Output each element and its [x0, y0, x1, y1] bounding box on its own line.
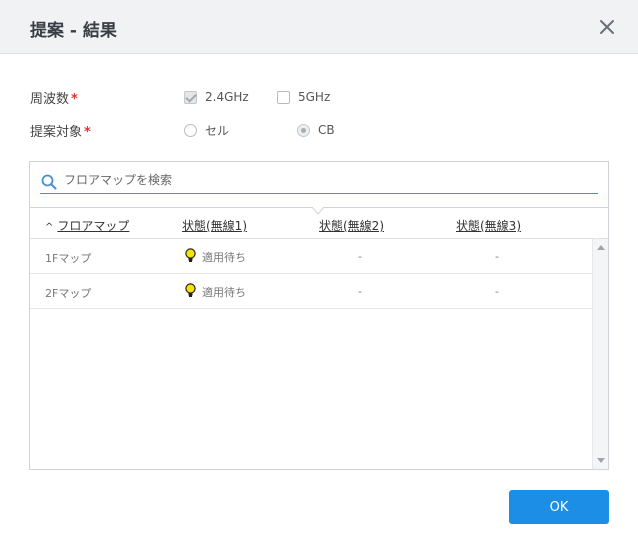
scroll-up-icon[interactable] [597, 245, 605, 250]
dialog-header: 提案 - 結果 [0, 0, 638, 54]
table-row[interactable]: 1Fマップ 適用待ち - - [30, 239, 592, 274]
checkbox-5ghz-label: 5GHz [298, 90, 331, 104]
radio-cell-label: セル [205, 124, 230, 138]
radio-cb-circle[interactable] [297, 123, 310, 137]
table-scrollbar[interactable] [592, 239, 608, 469]
column-header-status-2[interactable]: 状態(無線2) [319, 217, 384, 234]
checkbox-5ghz-box[interactable] [277, 90, 290, 104]
checkbox-5ghz[interactable]: 5GHz [277, 90, 330, 104]
target-label: 提案対象 * [30, 121, 91, 140]
checkbox-24ghz[interactable]: 2.4GHz [184, 90, 249, 104]
checkbox-24ghz-label: 2.4GHz [205, 90, 249, 104]
radio-cell-circle[interactable] [184, 124, 197, 137]
table-body: 1Fマップ 適用待ち - - 2Fマップ 適用待ち - - [30, 239, 592, 469]
sort-ascending-icon: ^ [45, 222, 54, 233]
lightbulb-icon [185, 248, 196, 266]
row-status-1-text: 適用待ち [202, 286, 246, 299]
required-mark: * [84, 125, 91, 140]
row-status-2: - [358, 285, 362, 298]
search-icon [41, 174, 57, 194]
row-status-3: - [495, 285, 499, 298]
column-header-status-3[interactable]: 状態(無線3) [456, 217, 521, 234]
floor-map-panel: ^フロアマップ 状態(無線1) 状態(無線2) 状態(無線3) 1Fマップ 適用… [29, 161, 609, 470]
ok-button[interactable]: OK [509, 490, 609, 524]
column-header-floor-map-label: フロアマップ [57, 219, 130, 233]
radio-cb-label: CB [318, 123, 335, 137]
dialog-title: 提案 - 結果 [30, 21, 117, 41]
row-status-1: 適用待ち [185, 283, 246, 301]
frequency-label-text: 周波数 [30, 92, 70, 107]
search-bar [40, 168, 598, 194]
lightbulb-icon [185, 283, 196, 301]
row-status-2: - [358, 250, 362, 263]
row-status-1: 適用待ち [185, 248, 246, 266]
row-floor-map: 2Fマップ [45, 287, 92, 300]
radio-cb[interactable]: CB [297, 123, 335, 137]
scroll-down-icon[interactable] [597, 458, 605, 463]
header-notch [312, 207, 324, 215]
checkbox-24ghz-box[interactable] [184, 90, 197, 104]
row-floor-map: 1Fマップ [45, 252, 92, 265]
required-mark: * [71, 92, 78, 107]
column-header-floor-map[interactable]: ^ フロアマップ [45, 217, 129, 234]
row-status-1-text: 適用待ち [202, 251, 246, 264]
search-input[interactable] [64, 171, 584, 189]
radio-cell[interactable]: セル [184, 122, 229, 139]
column-header-status-1[interactable]: 状態(無線1) [182, 217, 247, 234]
row-status-3: - [495, 250, 499, 263]
close-icon[interactable] [598, 18, 616, 36]
frequency-label: 周波数 * [30, 88, 78, 107]
table-row[interactable]: 2Fマップ 適用待ち - - [30, 274, 592, 309]
target-label-text: 提案対象 [30, 125, 83, 140]
table-header: ^ フロアマップ 状態(無線1) 状態(無線2) 状態(無線3) [30, 207, 608, 239]
